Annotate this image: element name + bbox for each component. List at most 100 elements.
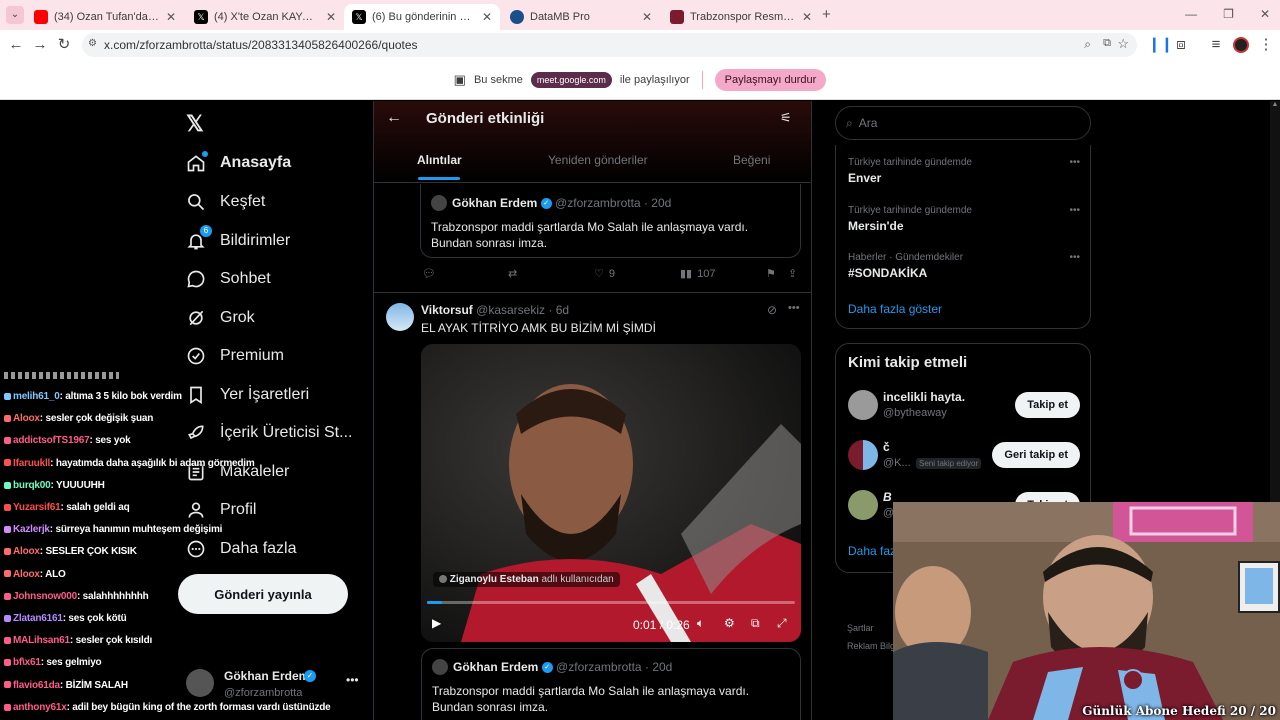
- chat-username[interactable]: bf\x61: [13, 657, 41, 668]
- chat-username[interactable]: Aloox: [13, 546, 40, 557]
- picture-in-picture-icon[interactable]: ⧉: [751, 616, 760, 631]
- tab-likes[interactable]: Beğeni: [733, 153, 770, 167]
- x-logo-icon[interactable]: 𝕏: [186, 111, 204, 137]
- fullscreen-icon[interactable]: ⤢: [777, 616, 787, 631]
- chat-badge-icon: [4, 637, 11, 645]
- share-icon: ⇪: [788, 268, 798, 280]
- chat-username[interactable]: addictsofTS1967: [13, 435, 90, 446]
- extensions-puzzle-icon[interactable]: ⧈: [1173, 37, 1189, 53]
- close-tab-icon[interactable]: ✕: [642, 10, 652, 24]
- video-player[interactable]: Ziganoylu Esteban adlı kullanıcıdan ▶ 0:…: [421, 344, 801, 642]
- chat-badge-icon: [4, 503, 11, 511]
- reply-action[interactable]: 💬︎: [422, 267, 436, 280]
- chat-username[interactable]: melih61_0: [13, 391, 60, 402]
- tab-reposts[interactable]: Yeniden gönderiler: [548, 153, 648, 167]
- trend-more-icon[interactable]: •••: [1069, 205, 1080, 216]
- stop-sharing-button[interactable]: Paylaşmayı durdur: [714, 68, 827, 91]
- trend-item[interactable]: Türkiye tarihinde gündemde Mersin'de •••: [848, 205, 1080, 233]
- chat-username[interactable]: Yuzarsif61: [13, 502, 61, 513]
- tab-search-button[interactable]: ⌄: [6, 6, 24, 24]
- show-more-link[interactable]: Daha fazla göster: [848, 302, 942, 316]
- media-control-icon[interactable]: ≡: [1208, 37, 1224, 53]
- address-bar[interactable]: ⚙ x.com/zforzambrotta/status/20833134058…: [82, 33, 1137, 57]
- browser-tab-4[interactable]: DataMB Pro ✕: [502, 4, 660, 30]
- browser-tab-1[interactable]: (34) Ozan Tufan'dan 61saat'e o... ✕: [26, 4, 184, 30]
- volume-icon[interactable]: 🔈︎: [697, 616, 704, 631]
- zoom-icon[interactable]: ⌕: [1084, 37, 1091, 52]
- chat-username[interactable]: Kazlerjk: [13, 524, 50, 535]
- trend-item[interactable]: Türkiye tarihinde gündemde Enver •••: [848, 157, 1080, 185]
- chat-username[interactable]: Zlatan6161: [13, 613, 63, 624]
- chat-username[interactable]: Ifaruukll: [13, 458, 50, 469]
- close-tab-icon[interactable]: ✕: [326, 10, 336, 24]
- close-tab-icon[interactable]: ✕: [482, 10, 492, 24]
- play-icon[interactable]: ▶: [432, 616, 441, 630]
- menu-icon[interactable]: ⋮: [1258, 37, 1274, 53]
- reload-icon[interactable]: ↻: [56, 37, 72, 53]
- chat-username[interactable]: burqk00: [13, 480, 51, 491]
- scroll-up-arrow-icon[interactable]: ▲: [1270, 101, 1280, 108]
- trend-item[interactable]: Haberler · Gündemdekiler #SONDAKİKA •••: [848, 252, 1080, 280]
- browser-tab-2[interactable]: 𝕏 (4) X'te Ozan KAYA: "Valla gereki... ✕: [186, 4, 344, 30]
- back-icon[interactable]: ←: [8, 37, 24, 53]
- back-arrow-icon[interactable]: ←: [386, 109, 402, 127]
- minimize-icon[interactable]: —: [1185, 7, 1197, 21]
- settings-sliders-icon[interactable]: ⚟: [780, 110, 792, 126]
- sidebar-item-grok[interactable]: Grok: [186, 308, 255, 328]
- post-more-icon[interactable]: •••: [788, 302, 800, 314]
- divider: [701, 70, 703, 89]
- footer-link[interactable]: Şartlar: [847, 619, 897, 637]
- trend-more-icon[interactable]: •••: [1069, 252, 1080, 263]
- follow-button[interactable]: Takip et: [1015, 392, 1080, 418]
- chat-username[interactable]: flavio61da: [13, 680, 60, 691]
- follow-back-button[interactable]: Geri takip et: [992, 442, 1080, 468]
- sidebar-item-premium[interactable]: Premium: [186, 346, 284, 366]
- profile-avatar[interactable]: [1233, 37, 1249, 53]
- views-action[interactable]: ▮▮ 107: [680, 267, 715, 281]
- settings-gear-icon[interactable]: ⚙: [724, 616, 735, 630]
- chat-username[interactable]: Johnsnow000: [13, 591, 77, 602]
- bookmark-star-icon[interactable]: ☆: [1117, 36, 1129, 52]
- chat-username[interactable]: Aloox: [13, 569, 40, 580]
- quoted-post-card[interactable]: Gökhan Erdem ✓ @zforzambrotta · 20d Trab…: [420, 184, 801, 258]
- avatar[interactable]: [386, 303, 414, 331]
- avatar: [848, 440, 878, 470]
- forward-icon[interactable]: →: [32, 37, 48, 53]
- new-tab-button[interactable]: +: [822, 6, 831, 23]
- suggestion-row[interactable]: č @K... Seni takip ediyor Geri takip et: [836, 438, 1092, 478]
- footer-link[interactable]: Reklam Bilgi: [847, 637, 897, 655]
- sidebar-item-chat[interactable]: Sohbet: [186, 269, 271, 289]
- extension-icon[interactable]: ❙❙: [1148, 37, 1173, 53]
- chat-text: : ses çok kötü: [62, 613, 127, 624]
- close-window-icon[interactable]: ✕: [1260, 7, 1270, 21]
- trend-more-icon[interactable]: •••: [1069, 157, 1080, 168]
- site-info-icon[interactable]: ⚙: [88, 38, 97, 49]
- sidebar-item-explore[interactable]: Keşfet: [186, 192, 265, 212]
- post[interactable]: Viktorsuf @kasarsekiz · 6d ⊘ ••• EL AYAK…: [374, 293, 811, 720]
- sidebar-item-home[interactable]: Anasayfa: [186, 151, 291, 173]
- grok-icon: [186, 308, 206, 328]
- close-tab-icon[interactable]: ✕: [166, 10, 176, 24]
- like-action[interactable]: ♡ 9: [594, 267, 615, 281]
- video-credit[interactable]: Ziganoylu Esteban adlı kullanıcıdan: [433, 572, 620, 587]
- restore-icon[interactable]: ❐: [1223, 7, 1234, 21]
- tab-quotes[interactable]: Alıntılar: [417, 153, 462, 167]
- chat-username[interactable]: Aloox: [13, 413, 40, 424]
- close-tab-icon[interactable]: ✕: [802, 10, 812, 24]
- repost-action[interactable]: ⇄: [508, 267, 517, 280]
- account-more-icon[interactable]: •••: [346, 673, 359, 687]
- quoted-post-card[interactable]: Gökhan Erdem ✓ @zforzambrotta · 20d Trab…: [421, 648, 801, 720]
- bookmark-action[interactable]: ⚑: [766, 267, 776, 280]
- browser-tab-5[interactable]: Trabzonspor Resmi Alışveriş Sit... ✕: [662, 4, 820, 30]
- browser-tab-3[interactable]: 𝕏 (6) Bu gönderinin alıntıları... ✕: [344, 4, 500, 30]
- x-logo-icon: 𝕏: [352, 10, 366, 24]
- chat-username[interactable]: MALihsan61: [13, 635, 70, 646]
- suggestion-row[interactable]: incelikli hayta. @bytheaway Takip et: [836, 388, 1092, 428]
- video-progress-track[interactable]: [427, 601, 795, 604]
- search-input[interactable]: ⌕ Ara: [835, 106, 1091, 140]
- grok-explain-icon[interactable]: ⊘: [767, 303, 777, 317]
- share-action[interactable]: ⇪: [788, 267, 797, 280]
- chat-username[interactable]: anthony61x: [13, 702, 67, 713]
- sidebar-item-notifications[interactable]: 6 Bildirimler: [186, 225, 290, 251]
- install-icon[interactable]: ⧉: [1103, 37, 1111, 50]
